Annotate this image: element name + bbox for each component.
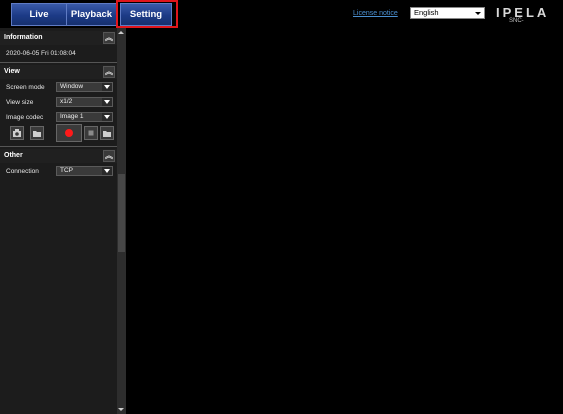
left-panel: Information ︽ 2020-06-05 Fri 01:08:04 Vi…: [0, 28, 117, 414]
divider: [0, 62, 117, 63]
tab-playback[interactable]: Playback: [66, 3, 117, 26]
brand-logo: IPELA: [496, 5, 550, 20]
divider: [0, 146, 117, 147]
record-icon: [65, 129, 73, 137]
setting-highlight-box: [116, 0, 178, 28]
chevron-down-icon: [102, 98, 112, 106]
screen-mode-value: Window: [60, 83, 84, 90]
scroll-thumb[interactable]: [118, 174, 125, 252]
chevron-down-icon: [102, 113, 112, 121]
information-section-header[interactable]: Information ︽: [0, 31, 117, 45]
folder-icon: [103, 131, 111, 137]
stop-icon: [88, 130, 94, 136]
language-value: English: [414, 8, 439, 17]
view-section-header[interactable]: View ︽: [0, 65, 117, 79]
view-size-value: x1/2: [60, 98, 73, 105]
other-title: Other: [4, 152, 23, 159]
model-name: SNC-: [509, 18, 524, 24]
capture-button[interactable]: [10, 126, 24, 140]
open-recording-folder-button[interactable]: [100, 126, 114, 140]
screen-mode-label: Screen mode: [6, 84, 45, 91]
image-codec-select[interactable]: Image 1: [56, 112, 113, 122]
license-notice-link[interactable]: License notice: [353, 10, 398, 17]
chevron-down-icon: [475, 12, 481, 15]
view-size-select[interactable]: x1/2: [56, 97, 113, 107]
stop-button[interactable]: [84, 126, 98, 140]
collapse-icon[interactable]: ︽: [103, 66, 115, 78]
other-section-header[interactable]: Other ︽: [0, 149, 117, 163]
chevron-down-icon: [102, 83, 112, 91]
language-select[interactable]: English: [410, 7, 485, 19]
open-folder-button[interactable]: [30, 126, 44, 140]
image-codec-label: Image codec: [6, 114, 44, 121]
chevron-down-icon: [102, 167, 112, 175]
connection-label: Connection: [6, 168, 39, 175]
top-bar: Live Playback Setting License notice Eng…: [0, 0, 563, 28]
video-viewer[interactable]: [126, 28, 563, 414]
collapse-icon[interactable]: ︽: [103, 150, 115, 162]
folder-icon: [33, 131, 41, 137]
scroll-up-icon[interactable]: [118, 31, 124, 34]
connection-select[interactable]: TCP: [56, 166, 113, 176]
view-title: View: [4, 68, 20, 75]
scroll-down-icon[interactable]: [118, 408, 124, 411]
collapse-icon[interactable]: ︽: [103, 32, 115, 44]
view-size-label: View size: [6, 99, 34, 106]
image-codec-value: Image 1: [60, 113, 84, 120]
connection-value: TCP: [60, 167, 73, 174]
info-datetime: 2020-06-05 Fri 01:08:04: [6, 50, 76, 57]
panel-scrollbar[interactable]: [117, 28, 126, 414]
record-button[interactable]: [56, 124, 82, 142]
screen-mode-select[interactable]: Window: [56, 82, 113, 92]
tab-live[interactable]: Live: [11, 3, 67, 26]
information-title: Information: [4, 34, 43, 41]
camera-icon: [13, 129, 21, 137]
